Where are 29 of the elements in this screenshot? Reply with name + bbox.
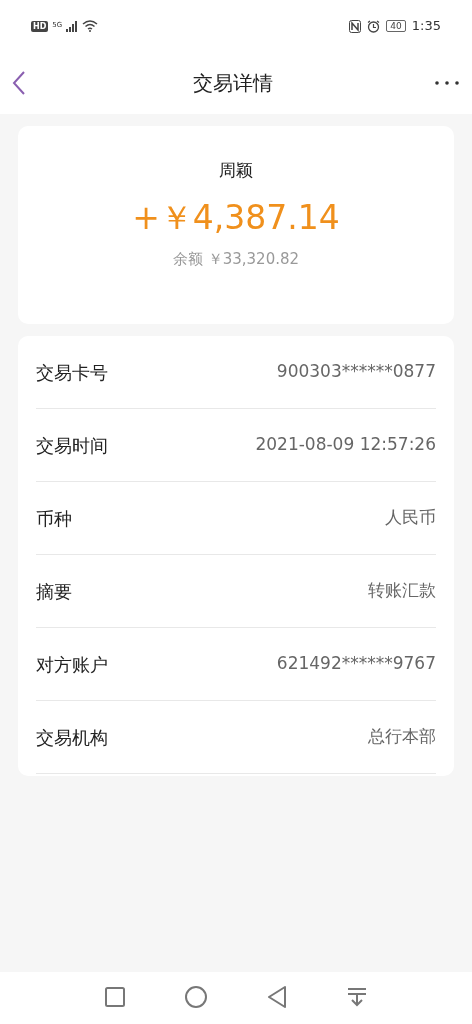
back-icon[interactable] [267, 986, 287, 1008]
detail-label: 交易卡号 [36, 360, 108, 385]
payer-name: 周颖 [219, 159, 253, 182]
detail-value: 2021-08-09 12:57:26 [255, 433, 436, 457]
detail-value: 人民币 [385, 506, 436, 530]
detail-label: 摘要 [36, 579, 72, 604]
battery-indicator: 40 [386, 20, 406, 32]
detail-label: 对方账户 [36, 652, 108, 677]
hd-badge: HD [31, 20, 49, 32]
home-icon[interactable] [185, 986, 207, 1008]
nfc-icon [349, 19, 362, 33]
detail-label: 币种 [36, 506, 72, 531]
detail-label: 交易时间 [36, 433, 108, 458]
recent-apps-icon[interactable] [105, 987, 125, 1007]
detail-value: 总行本部 [368, 725, 436, 749]
alarm-icon [367, 19, 381, 33]
clock-time: 1:35 [411, 17, 441, 36]
balance: 余额 ￥33,320.82 [172, 248, 300, 270]
wifi-icon [82, 20, 99, 32]
chevron-left-icon [12, 71, 26, 95]
detail-value: 900303******0877 [276, 360, 436, 384]
signal-icon [66, 20, 79, 32]
download-icon[interactable] [347, 987, 367, 1007]
detail-value: 转账汇款 [368, 579, 436, 603]
amount: +￥4,387.14 [132, 197, 340, 238]
more-icon [435, 81, 459, 85]
detail-value: 621492******9767 [276, 652, 436, 676]
detail-label: 交易机构 [36, 725, 108, 750]
page-title: 交易详情 [193, 70, 273, 97]
